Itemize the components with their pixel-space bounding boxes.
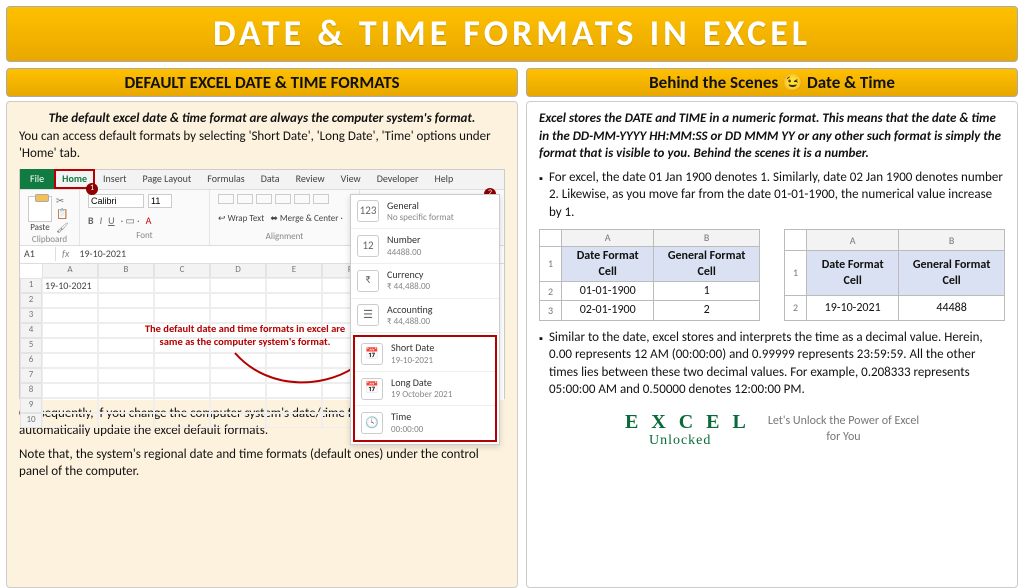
tab-page-layout[interactable]: Page Layout: [135, 169, 200, 189]
font-name-input[interactable]: [88, 194, 144, 208]
font-label: Font: [88, 230, 201, 242]
panel-heading-right: Behind the Scenes 😉 Date & Time: [526, 68, 1018, 97]
intro-bold-right: Excel stores the DATE and TIME in a nume…: [539, 110, 1005, 163]
alignment-label: Alignment: [218, 231, 351, 243]
bullet-time-decimal: Similar to the date, excel stores and in…: [539, 329, 1005, 399]
group-alignment: ↩ Wrap Text ⬌ Merge & Center · Alignment: [210, 190, 360, 245]
tab-formulas[interactable]: Formulas: [199, 169, 252, 189]
brand-tagline: Let's Unlock the Power of Excel for You: [768, 414, 919, 445]
dd-time[interactable]: 🕓Time00:00:00: [355, 406, 495, 440]
dd-long-date[interactable]: 📅Long Date19 October 2021: [355, 372, 495, 407]
number-icon: 12: [357, 235, 379, 257]
tab-help[interactable]: Help: [426, 169, 461, 189]
dd-short-date[interactable]: 📅Short Date19-10-2021: [355, 337, 495, 372]
tab-developer[interactable]: Developer: [369, 169, 427, 189]
tab-view[interactable]: View: [333, 169, 369, 189]
intro-rest-left: You can access default formats by select…: [19, 128, 505, 163]
row-5[interactable]: 5: [20, 338, 42, 353]
accounting-icon: ☰: [357, 304, 379, 326]
clipboard-label: Clipboard: [28, 234, 71, 246]
long-date-icon: 📅: [361, 378, 383, 400]
row-1[interactable]: 1: [20, 278, 42, 293]
number-format-dropdown: 123GeneralNo specific format 12Number444…: [350, 194, 500, 445]
row-4[interactable]: 4: [20, 323, 42, 338]
col-d[interactable]: D: [210, 264, 266, 278]
table-2021: AB 1Date Format CellGeneral Format Cell …: [784, 229, 1005, 320]
panel-default-formats: DEFAULT EXCEL DATE & TIME FORMATS The de…: [6, 68, 518, 588]
panel-heading-left: DEFAULT EXCEL DATE & TIME FORMATS: [6, 68, 518, 97]
row-2[interactable]: 2: [20, 293, 42, 308]
brand-row: E X C E L Unlocked Let's Unlock the Powe…: [539, 409, 1005, 451]
table-1900: AB 1Date Format CellGeneral Format Cell …: [539, 229, 760, 320]
intro-bold-left: The default excel date & time format are…: [19, 110, 505, 128]
paste-label: Paste: [28, 222, 52, 234]
short-date-icon: 📅: [361, 343, 383, 365]
col-b[interactable]: B: [98, 264, 154, 278]
time-icon: 🕓: [361, 412, 383, 434]
formula-value[interactable]: 19-10-2021: [75, 247, 130, 261]
bullet-date-serial: For excel, the date 01 Jan 1900 denotes …: [539, 169, 1005, 222]
row-3[interactable]: 3: [20, 308, 42, 323]
group-font: B I U · ▭ · A Font: [80, 190, 210, 245]
dd-accounting[interactable]: ☰Accounting₹ 44,488.00: [351, 299, 499, 334]
dd-number[interactable]: 12Number44488.00: [351, 229, 499, 264]
row-10[interactable]: 10: [20, 413, 42, 428]
font-style-buttons[interactable]: B I U · ▭ · A: [88, 214, 201, 228]
col-e[interactable]: E: [266, 264, 322, 278]
para-note: Note that, the system's regional date an…: [19, 446, 505, 481]
page-title: DATE & TIME FORMATS IN EXCEL: [6, 6, 1018, 62]
panel-body-left: The default excel date & time format are…: [6, 101, 518, 588]
brand-logo: E X C E L Unlocked: [625, 409, 750, 451]
tab-review[interactable]: Review: [288, 169, 333, 189]
cell-a1[interactable]: 19-10-2021: [42, 278, 98, 293]
annotation-arrow-icon: [230, 348, 370, 398]
group-clipboard: Paste ✂📋🖌 Clipboard: [20, 190, 80, 245]
panel-behind-scenes: Behind the Scenes 😉 Date & Time Excel st…: [526, 68, 1018, 588]
panel-body-right: Excel stores the DATE and TIME in a nume…: [526, 101, 1018, 588]
excel-screenshot: File Home Insert Page Layout Formulas Da…: [19, 169, 505, 399]
row-6[interactable]: 6: [20, 353, 42, 368]
merge-center-button[interactable]: ⬌ Merge & Center ·: [270, 213, 342, 224]
columns: DEFAULT EXCEL DATE & TIME FORMATS The de…: [6, 68, 1018, 588]
wrap-text-button[interactable]: ↩ Wrap Text: [218, 213, 264, 224]
paste-icon[interactable]: [28, 196, 52, 222]
brand-name: E X C E L: [625, 409, 750, 436]
font-size-input[interactable]: [148, 194, 172, 208]
tab-data[interactable]: Data: [253, 169, 288, 189]
tables-row: AB 1Date Format CellGeneral Format Cell …: [539, 229, 1005, 320]
currency-icon: ₹: [357, 270, 379, 292]
name-box[interactable]: A1: [20, 247, 56, 261]
row-8[interactable]: 8: [20, 383, 42, 398]
tab-insert[interactable]: Insert: [95, 169, 135, 189]
align-buttons[interactable]: [218, 194, 351, 204]
tab-file[interactable]: File: [20, 169, 54, 189]
fx-icon[interactable]: fx: [56, 247, 75, 261]
dd-highlighted-box: 📅Short Date19-10-2021 📅Long Date19 Octob…: [353, 335, 497, 442]
general-icon: 123: [357, 200, 379, 222]
row-9[interactable]: 9: [20, 398, 42, 413]
dd-currency[interactable]: ₹Currency₹ 44,488.00: [351, 264, 499, 299]
col-a[interactable]: A: [42, 264, 98, 278]
annotation-text: The default date and time formats in exc…: [140, 322, 350, 348]
dd-general[interactable]: 123GeneralNo specific format: [351, 195, 499, 230]
row-7[interactable]: 7: [20, 368, 42, 383]
col-c[interactable]: C: [154, 264, 210, 278]
callout-badge-1: 1: [86, 183, 98, 195]
